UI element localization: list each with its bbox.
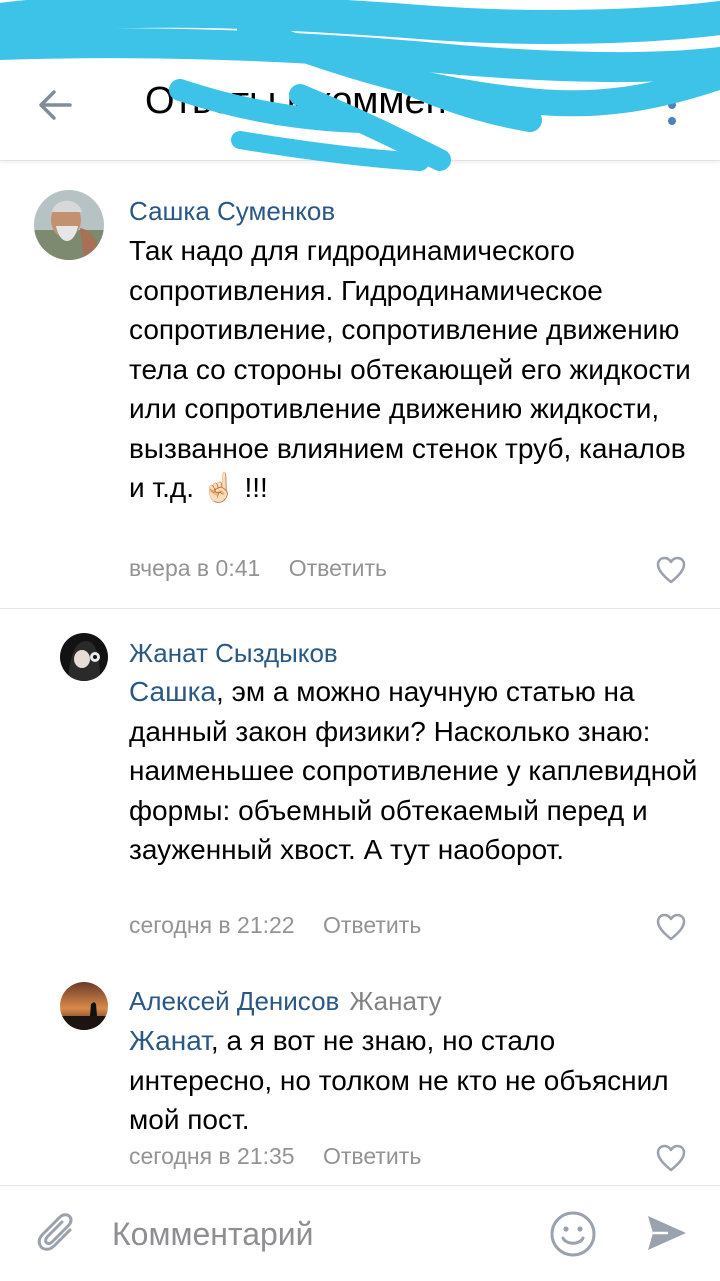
like-button[interactable] <box>655 912 687 942</box>
comment-meta: сегодня в 21:35 Ответить <box>129 1143 421 1170</box>
comment-author: Алексей Денисов Жанату <box>129 986 442 1017</box>
arrow-left-icon <box>39 90 72 120</box>
reply-link[interactable]: Ответить <box>323 912 421 938</box>
mention-link[interactable]: Сашка <box>129 676 216 707</box>
like-button[interactable] <box>655 1143 687 1173</box>
send-button[interactable] <box>644 1210 690 1256</box>
top-bar: Ответы к комментарию <box>0 0 720 161</box>
attach-button[interactable] <box>34 1210 80 1256</box>
page-title: Ответы к комментарию <box>145 80 556 122</box>
heart-outline-icon <box>656 556 686 584</box>
comment-input[interactable] <box>112 1212 532 1256</box>
comment-author-name[interactable]: Алексей Денисов <box>129 986 339 1016</box>
mention-link[interactable]: Жанат <box>129 1025 211 1056</box>
avatar[interactable] <box>34 190 104 260</box>
comment-body: , а я вот не знаю, но стало интересно, н… <box>129 1025 669 1135</box>
reply-link[interactable]: Ответить <box>323 1143 421 1169</box>
reply-link[interactable]: Ответить <box>289 555 387 581</box>
comment-time: вчера в 0:41 <box>129 555 261 581</box>
comment-meta: сегодня в 21:22 Ответить <box>129 912 421 939</box>
comment-text: Сашка, эм а можно научную статью на данн… <box>129 672 699 870</box>
emoji-button[interactable] <box>548 1209 598 1259</box>
more-vertical-icon <box>668 85 676 125</box>
heart-outline-icon <box>656 913 686 941</box>
comment-author[interactable]: Сашка Суменков <box>129 196 335 227</box>
comment-meta: вчера в 0:41 Ответить <box>129 555 387 582</box>
more-options-button[interactable] <box>654 78 690 132</box>
comment-composer <box>0 1185 720 1281</box>
avatar[interactable] <box>60 982 108 1030</box>
comment-text: Жанат, а я вот не знаю, но стало интерес… <box>129 1021 699 1140</box>
send-icon <box>648 1216 686 1250</box>
comment-text: Так надо для гидродинамического сопротив… <box>129 235 691 503</box>
heart-outline-icon <box>656 1144 686 1172</box>
back-button[interactable] <box>30 80 80 130</box>
paperclip-icon <box>37 1213 73 1251</box>
divider <box>0 608 720 609</box>
comment-time: сегодня в 21:35 <box>129 1143 295 1169</box>
smile-icon <box>550 1211 596 1257</box>
comment-time: сегодня в 21:22 <box>129 912 295 938</box>
avatar[interactable] <box>60 633 108 681</box>
like-button[interactable] <box>655 555 687 585</box>
reply-to-label[interactable]: Жанату <box>349 986 441 1016</box>
comment-author[interactable]: Жанат Сыздыков <box>129 638 338 669</box>
